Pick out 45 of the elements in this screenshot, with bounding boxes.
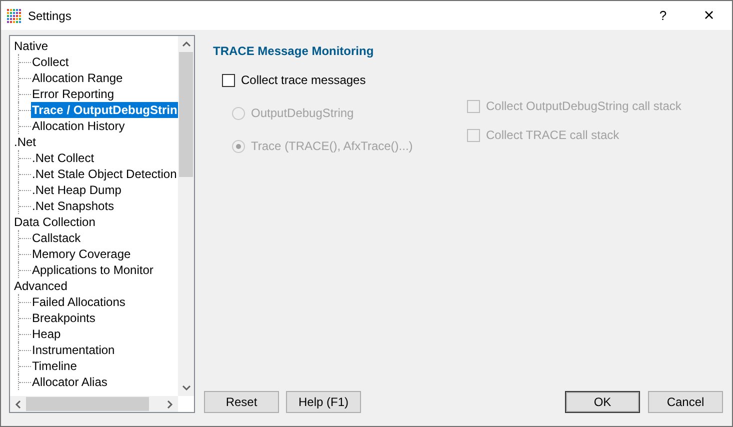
window-title: Settings: [28, 8, 72, 24]
radio-label: Trace (TRACE(), AfxTrace()...): [251, 138, 413, 155]
scroll-down-icon[interactable]: [182, 385, 190, 391]
tree-item[interactable]: Callstack: [31, 230, 82, 246]
scroll-up-icon[interactable]: [182, 41, 190, 47]
tree-item[interactable]: Allocation History: [31, 118, 126, 134]
tree-item[interactable]: .Net Collect: [31, 150, 96, 166]
tree-item[interactable]: Allocation Range: [31, 70, 124, 86]
dialog-button[interactable]: OK: [565, 391, 640, 413]
scroll-right-icon[interactable]: [167, 400, 173, 408]
tree-item[interactable]: Breakpoints: [31, 310, 96, 326]
app-icon: [6, 8, 22, 24]
dialog-button[interactable]: Cancel: [648, 391, 723, 413]
tree-item[interactable]: Heap: [31, 326, 62, 342]
tree-item[interactable]: .Net Snapshots: [31, 198, 116, 214]
vertical-scrollbar[interactable]: [178, 36, 194, 396]
dialog-button[interactable]: Reset: [204, 391, 279, 413]
tree-item[interactable]: Native: [13, 38, 178, 54]
radio-label: OutputDebugString: [251, 105, 354, 122]
tree-item[interactable]: Memory Coverage: [31, 246, 132, 262]
scrollbar-thumb[interactable]: [179, 52, 193, 177]
dialog-button[interactable]: Help (F1): [286, 391, 361, 413]
tree-item[interactable]: Timeline: [31, 358, 78, 374]
section-heading: TRACE Message Monitoring: [213, 43, 375, 58]
close-button[interactable]: ×: [686, 1, 732, 30]
scroll-left-icon[interactable]: [15, 400, 21, 408]
help-button[interactable]: ?: [640, 1, 686, 30]
checkbox-label: Collect TRACE call stack: [486, 127, 620, 144]
scrollbar-thumb[interactable]: [26, 397, 149, 411]
tree-item[interactable]: Collect: [31, 54, 70, 70]
checkbox-label: Collect OutputDebugString call stack: [486, 98, 682, 115]
tree-item[interactable]: .Net: [13, 134, 178, 150]
checkbox-label: Collect trace messages: [241, 72, 366, 89]
tree-item[interactable]: Instrumentation: [31, 342, 116, 358]
tree-item[interactable]: Allocator Alias: [31, 374, 108, 390]
tree-item[interactable]: Trace / OutputDebugStrin: [31, 102, 178, 118]
tree-item[interactable]: Applications to Monitor: [31, 262, 154, 278]
tree-item[interactable]: Failed Allocations: [31, 294, 126, 310]
tree-item[interactable]: .Net Stale Object Detection: [31, 166, 178, 182]
horizontal-scrollbar[interactable]: [10, 396, 178, 412]
checkbox[interactable]: [222, 74, 235, 86]
tree-item[interactable]: Error Reporting: [31, 86, 116, 102]
tree-item[interactable]: Data Collection: [13, 214, 178, 230]
tree-item[interactable]: Advanced: [13, 278, 178, 294]
tree-item[interactable]: .Net Heap Dump: [31, 182, 122, 198]
